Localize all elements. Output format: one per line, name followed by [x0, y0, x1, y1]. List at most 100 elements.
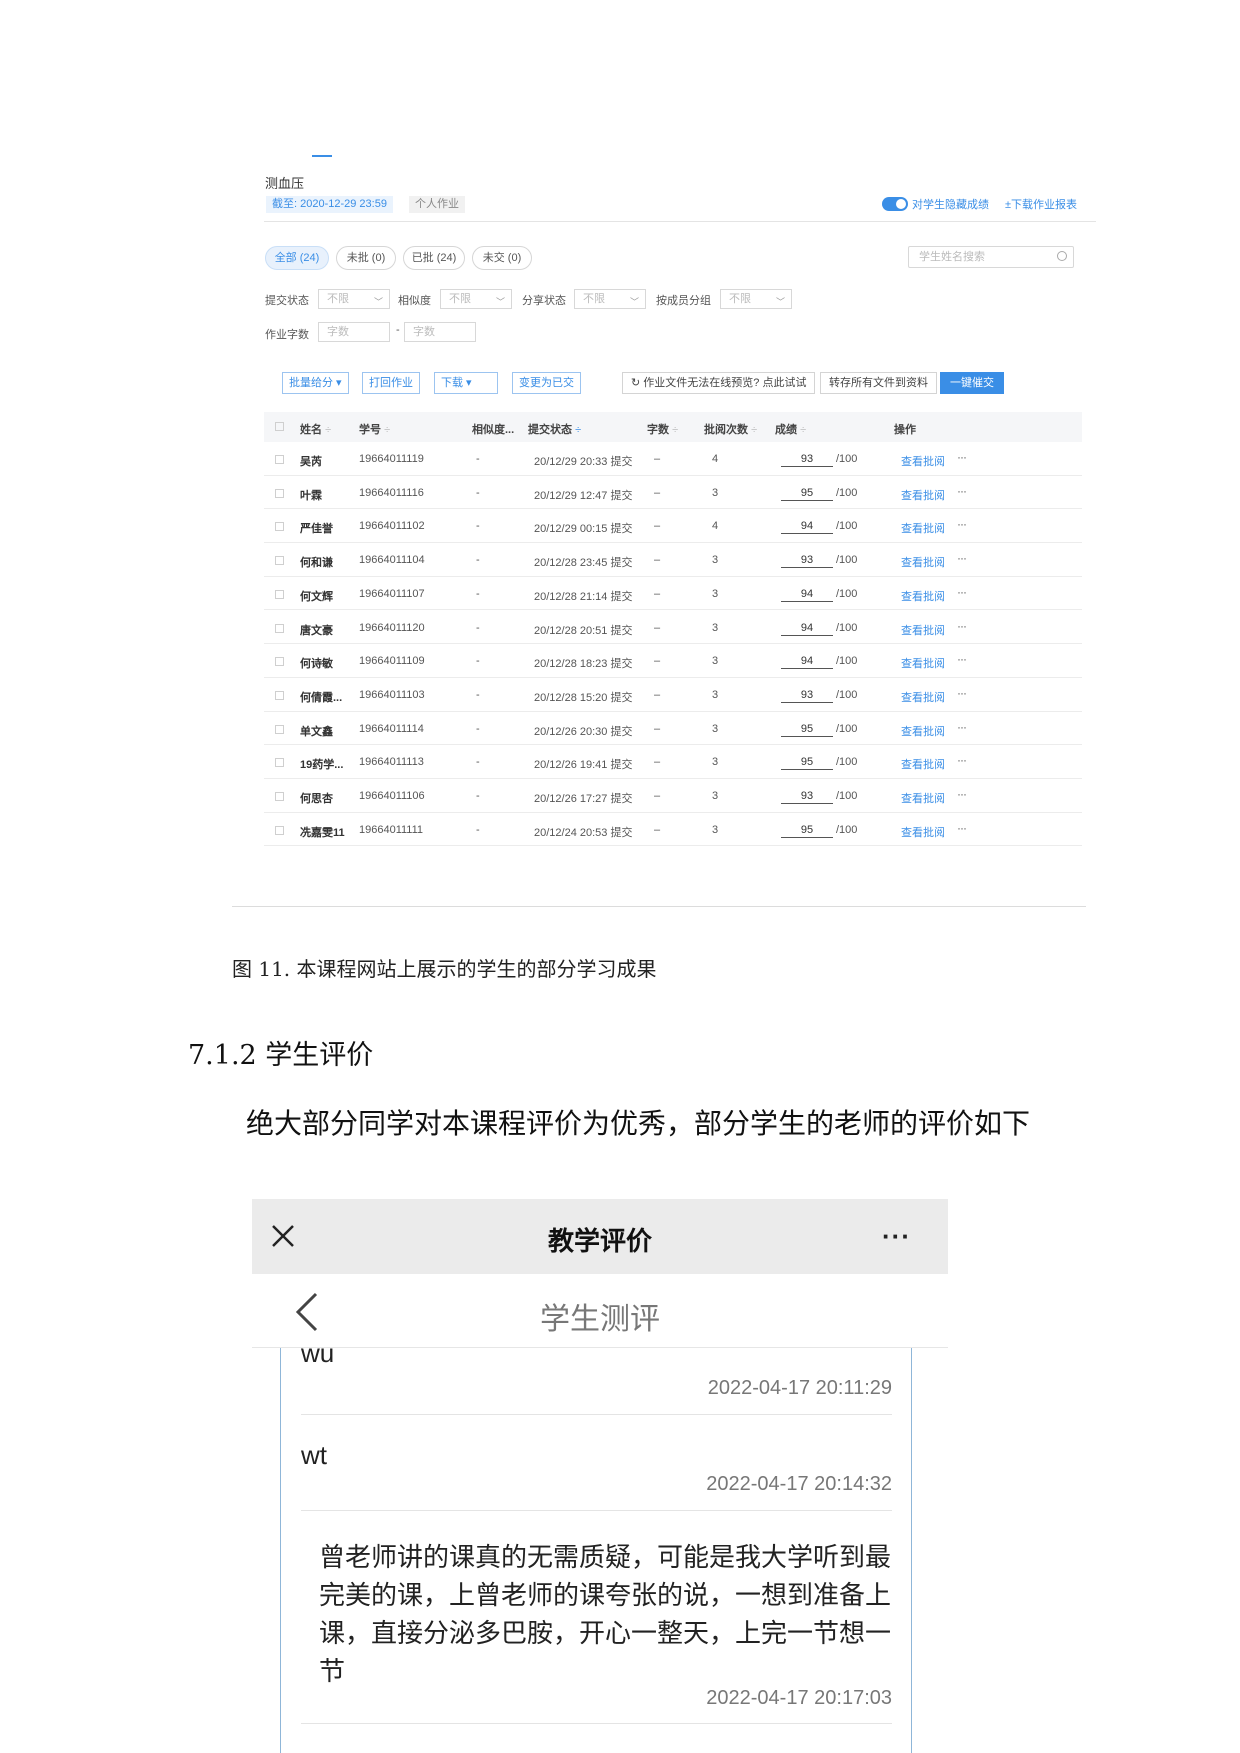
download-button[interactable]: 下载 ▾	[434, 372, 498, 394]
table-row[interactable]: 冼嘉雯11 19664011111 - 20/12/24 20:53 提交 – 3 95/1…	[264, 813, 1082, 847]
student-id: 19664011119	[359, 453, 424, 465]
more-options-icon[interactable]: ···	[957, 484, 967, 498]
word-count-min-input[interactable]: 字数	[318, 322, 390, 342]
word-count: –	[654, 587, 661, 600]
view-review-link[interactable]: 查看批阅	[901, 790, 945, 806]
view-review-link[interactable]: 查看批阅	[901, 487, 945, 503]
word-count: –	[654, 554, 661, 567]
row-checkbox[interactable]	[275, 724, 284, 734]
view-review-link[interactable]: 查看批阅	[901, 756, 945, 772]
preview-hint-button[interactable]: ↻ 作业文件无法在线预览? 点此试试	[622, 372, 816, 394]
view-review-link[interactable]: 查看批阅	[901, 655, 945, 671]
column-id[interactable]: 学号 ÷	[359, 421, 390, 437]
row-checkbox[interactable]	[275, 825, 284, 835]
table-row[interactable]: 何文辉 19664011107 - 20/12/28 21:14 提交 – 3 94/100…	[264, 577, 1082, 611]
tab-graded[interactable]: 已批 (24)	[403, 246, 465, 270]
row-checkbox[interactable]	[275, 657, 284, 667]
share-status-select[interactable]: 不限 ﹀	[574, 289, 646, 309]
download-report-link[interactable]: ±下载作业报表	[1005, 196, 1077, 212]
student-name: 何思杏	[300, 793, 333, 805]
tab-unsubmitted[interactable]: 未交 (0)	[472, 246, 532, 270]
table-row[interactable]: 何倩霞... 19664011103 - 20/12/28 15:20 提交 – 3 93/…	[264, 678, 1082, 712]
score-input[interactable]: 95	[781, 487, 833, 501]
view-review-link[interactable]: 查看批阅	[901, 453, 945, 469]
return-homework-button[interactable]: 打回作业	[362, 372, 420, 394]
submit-status-select[interactable]: 不限 ﹀	[318, 289, 390, 309]
row-checkbox[interactable]	[275, 455, 284, 464]
submit-status: 20/12/26 19:41 提交	[534, 759, 633, 772]
score-input[interactable]: 93	[781, 790, 833, 804]
score-max: /100	[836, 486, 858, 499]
row-checkbox[interactable]	[275, 589, 284, 599]
score-input[interactable]: 94	[781, 655, 833, 670]
column-reviews[interactable]: 批阅次数 ÷	[704, 421, 757, 437]
score-max: /100	[836, 790, 858, 802]
word-count: –	[654, 790, 661, 802]
view-review-link[interactable]: 查看批阅	[901, 824, 945, 840]
view-review-link[interactable]: 查看批阅	[901, 689, 945, 705]
save-all-files-button[interactable]: 转存所有文件到资料	[820, 372, 937, 394]
score-input[interactable]: 93	[781, 689, 833, 703]
hide-scores-toggle[interactable]	[882, 197, 908, 211]
tab-all[interactable]: 全部 (24)	[265, 246, 329, 270]
view-review-link[interactable]: 查看批阅	[901, 520, 945, 536]
more-options-icon[interactable]: ···	[957, 821, 967, 835]
score-input[interactable]: 94	[781, 622, 833, 636]
select-all-checkbox[interactable]	[275, 422, 284, 431]
more-options-icon[interactable]: ···	[957, 551, 967, 565]
similarity-select[interactable]: 不限 ﹀	[440, 289, 512, 309]
column-name[interactable]: 姓名 ÷	[300, 421, 331, 437]
score-input[interactable]: 93	[781, 554, 833, 569]
more-options-icon[interactable]: ···	[957, 720, 967, 734]
tab-ungraded[interactable]: 未批 (0)	[336, 246, 396, 270]
row-checkbox[interactable]	[275, 690, 284, 700]
row-checkbox[interactable]	[275, 488, 284, 498]
table-row[interactable]: 吴芮 19664011119 - 20/12/29 20:33 提交 – 4 93/100 查…	[264, 442, 1082, 476]
more-menu-icon[interactable]: ···	[882, 1221, 911, 1252]
table-row[interactable]: 何诗敏 19664011109 - 20/12/28 18:23 提交 – 3 94/100…	[264, 644, 1082, 678]
column-score[interactable]: 成绩 ÷	[775, 421, 806, 437]
column-words[interactable]: 字数 ÷	[647, 421, 678, 437]
score-input[interactable]: 94	[781, 588, 833, 602]
table-row[interactable]: 何和谦 19664011104 - 20/12/28 23:45 提交 – 3 93/100…	[264, 543, 1082, 577]
table-row[interactable]: 19药学... 19664011113 - 20/12/26 19:41 提交 – 3 95…	[264, 745, 1082, 779]
view-review-link[interactable]: 查看批阅	[901, 588, 945, 604]
score-max: /100	[836, 453, 858, 465]
page-title: 教学评价	[547, 1226, 652, 1256]
row-checkbox[interactable]	[275, 792, 284, 801]
table-row[interactable]: 严佳誉 19664011102 - 20/12/29 00:15 提交 – 4 94/100…	[264, 509, 1082, 544]
more-options-icon[interactable]: ···	[957, 619, 967, 633]
urge-all-button[interactable]: 一键催交	[940, 372, 1004, 394]
more-options-icon[interactable]: ···	[957, 450, 967, 464]
view-review-link[interactable]: 查看批阅	[901, 622, 945, 638]
table-row[interactable]: 叶霖 19664011116 - 20/12/29 12:47 提交 – 3 95/100 查…	[264, 476, 1082, 510]
more-options-icon[interactable]: ···	[957, 753, 967, 767]
row-checkbox[interactable]	[275, 758, 284, 768]
word-count-max-input[interactable]: 字数	[404, 322, 476, 342]
more-options-icon[interactable]: ···	[957, 686, 967, 700]
score-input[interactable]: 95	[781, 824, 833, 838]
more-options-icon[interactable]: ···	[957, 585, 967, 599]
table-row[interactable]: 单文鑫 19664011114 - 20/12/26 20:30 提交 – 3 95/100…	[264, 712, 1082, 746]
more-options-icon[interactable]: ···	[957, 652, 967, 666]
student-search-input[interactable]: 学生姓名搜索	[908, 246, 1074, 268]
column-status[interactable]: 提交状态 ÷	[528, 421, 581, 437]
score-input[interactable]: 95	[781, 723, 833, 737]
row-checkbox[interactable]	[275, 556, 284, 566]
group-select[interactable]: 不限 ﹀	[720, 289, 792, 309]
view-review-link[interactable]: 查看批阅	[901, 723, 945, 739]
view-review-link[interactable]: 查看批阅	[901, 554, 945, 570]
more-options-icon[interactable]: ···	[957, 787, 967, 801]
mobile-evaluation-screenshot: 教学评价 ··· 学生测评 wu 2022-04-17 20:11:29 wt …	[252, 1199, 948, 1753]
score-input[interactable]: 95	[781, 756, 833, 771]
more-options-icon[interactable]: ···	[957, 517, 967, 531]
batch-score-button[interactable]: 批量给分 ▾	[282, 372, 349, 394]
table-row[interactable]: 唐文豪 19664011120 - 20/12/28 20:51 提交 – 3 94/100…	[264, 611, 1082, 645]
table-row[interactable]: 何思杏 19664011106 - 20/12/26 17:27 提交 – 3 93/100…	[264, 779, 1082, 813]
score-input[interactable]: 94	[781, 520, 833, 535]
mark-submitted-button[interactable]: 变更为已交	[512, 372, 581, 394]
row-checkbox[interactable]	[275, 623, 284, 633]
column-similarity[interactable]: 相似度...	[472, 421, 514, 437]
row-checkbox[interactable]	[275, 522, 284, 532]
score-input[interactable]: 93	[781, 453, 833, 467]
